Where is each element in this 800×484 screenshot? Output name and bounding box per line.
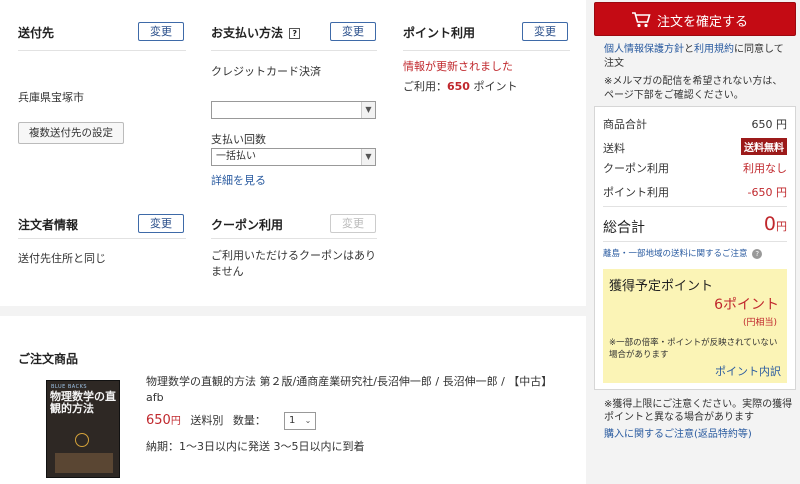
question-icon[interactable]: ?: [752, 249, 763, 259]
shipping-title: 送付先: [18, 26, 55, 40]
points-title: ポイント利用: [403, 26, 476, 40]
orderer-title: 注文者情報: [18, 218, 79, 232]
total-value: 0: [763, 213, 776, 235]
cover-emblem: [75, 433, 89, 447]
multi-shipping-button[interactable]: 複数送付先の設定: [18, 122, 124, 144]
orderer-change-button[interactable]: 変更: [138, 214, 184, 233]
coupon-usage-label: クーポン利用: [603, 162, 669, 175]
cover-illustration: [55, 453, 113, 473]
divider: [603, 241, 787, 242]
divider: [211, 238, 377, 239]
product-price-row: 650円 送料別 数量：: [146, 412, 266, 432]
product-delivery: 納期：1～3日以内に発送 3～5日以内に到着: [146, 440, 365, 453]
payment-method: クレジットカード決済: [211, 65, 321, 78]
earn-points-yen: (円相当): [742, 318, 777, 328]
points-usage: ご利用：650 ポイント: [403, 78, 517, 94]
confirm-order-button[interactable]: 注文を確定する: [594, 2, 796, 36]
shipping-change-button[interactable]: 変更: [138, 22, 184, 41]
agreement-text: 個人情報保護方針と利用規約に同意して注文: [604, 43, 790, 71]
total-value-wrap: 0円: [764, 213, 787, 235]
summary-shipping-row: 送料 送料無料: [603, 137, 787, 157]
terms-link[interactable]: 利用規約: [694, 44, 734, 55]
earn-points-value: 6ポイント: [714, 297, 779, 313]
payment-title: お支払い方法 ?: [211, 24, 301, 41]
total-label: 総合計: [603, 220, 645, 236]
divider: [18, 238, 186, 239]
point-usage-label: ポイント利用: [603, 186, 669, 199]
quantity-select[interactable]: 1 ⌄: [284, 412, 316, 430]
points-updated-notice: 情報が更新されました: [403, 60, 513, 73]
shipping-fee-label: 送料: [603, 142, 625, 155]
earn-points-note: ※一部の倍率・ポイントが反映されていない場合があります: [609, 338, 778, 360]
quantity-label: 数量：: [232, 414, 266, 427]
coupon-usage-value: 利用なし: [743, 162, 787, 175]
purchase-notes-link[interactable]: 購入に関するご注意(返品特約等): [604, 425, 752, 440]
chevron-down-icon: ⌄: [301, 413, 315, 429]
remote-shipping-link[interactable]: 離島・一部地域の送料に関するご注意: [603, 249, 748, 259]
installments-label: 支払い回数: [211, 133, 266, 146]
earn-points-box: 獲得予定ポイント 6ポイント (円相当) ※一部の倍率・ポイントが反映されていな…: [603, 269, 787, 383]
product-price-unit: 円: [170, 416, 181, 427]
points-usage-prefix: ご利用：: [403, 80, 447, 93]
order-info-panel: 送付先 変更 兵庫県宝塚市 複数送付先の設定 お支払い方法 ? 変更 クレジット…: [0, 0, 586, 306]
points-usage-suffix: ポイント: [469, 80, 518, 93]
coupon-note: ご利用いただけるクーポンはありません: [211, 249, 376, 278]
total-unit: 円: [776, 220, 787, 233]
product-price: 650: [146, 413, 171, 428]
orderer-value: 送付先住所と同じ: [18, 252, 106, 265]
subtotal-label: 商品合計: [603, 118, 647, 131]
cap-note: ※獲得上限にご注意ください。実際の獲得ポイントと異なる場合があります: [604, 399, 793, 423]
summary-points-row: ポイント利用 -650 円: [603, 181, 787, 201]
earn-points-title: 獲得予定ポイント: [609, 279, 714, 294]
confirm-order-label: 注文を確定する: [657, 15, 749, 30]
quantity-value: 1: [289, 415, 296, 426]
order-items-panel: ご注文商品 BLUE BACKS 物理数学の直観的方法 物理数学の直観的方法 第…: [0, 316, 586, 484]
points-usage-amount: 650: [447, 80, 470, 93]
chevron-down-icon: ▼: [361, 149, 375, 165]
card-select[interactable]: ▼: [211, 101, 376, 119]
chevron-down-icon: ▼: [361, 102, 375, 118]
cover-title: 物理数学の直観的方法: [50, 390, 116, 415]
coupon-change-button: 変更: [330, 214, 376, 233]
privacy-policy-link[interactable]: 個人情報保護方針: [604, 44, 684, 55]
cart-icon: [631, 12, 651, 31]
question-icon[interactable]: ?: [289, 28, 301, 39]
point-breakdown-link[interactable]: ポイント内訳: [715, 363, 781, 379]
agree-and: と: [684, 44, 694, 55]
payment-title-text: お支払い方法: [211, 26, 284, 40]
divider: [211, 50, 377, 51]
points-change-button[interactable]: 変更: [522, 22, 568, 41]
divider: [403, 50, 570, 51]
point-usage-value: -650 円: [747, 186, 787, 199]
installments-select[interactable]: 一括払い ▼: [211, 148, 376, 166]
product-image[interactable]: BLUE BACKS 物理数学の直観的方法: [46, 380, 120, 478]
free-shipping-badge: 送料無料: [741, 138, 787, 155]
remote-shipping-row: 離島・一部地域の送料に関するご注意 ?: [603, 247, 763, 259]
subtotal-value: 650 円: [751, 118, 788, 131]
shipping-address: 兵庫県宝塚市: [18, 91, 84, 104]
installments-value: 一括払い: [216, 151, 256, 162]
summary-subtotal-row: 商品合計 650 円: [603, 113, 787, 133]
summary-coupon-row: クーポン利用 利用なし: [603, 157, 787, 177]
product-name[interactable]: 物理数学の直観的方法 第２版/通商産業研究社/長沼伸一郎 / 長沼伸一郎 / 【…: [146, 374, 568, 406]
mailmag-note: ※メルマガの配信を希望されない方は、ページ下部をご確認ください。: [604, 76, 783, 101]
divider: [18, 50, 186, 51]
summary-box: 商品合計 650 円 送料 送料無料 クーポン利用 利用なし ポイント利用 -6…: [594, 106, 796, 390]
coupon-title: クーポン利用: [211, 218, 284, 232]
divider: [603, 206, 787, 207]
product-shipping: 送料別: [190, 414, 224, 427]
payment-details-link[interactable]: 詳細を見る: [211, 172, 266, 188]
payment-change-button[interactable]: 変更: [330, 22, 376, 41]
items-title: ご注文商品: [18, 352, 79, 366]
